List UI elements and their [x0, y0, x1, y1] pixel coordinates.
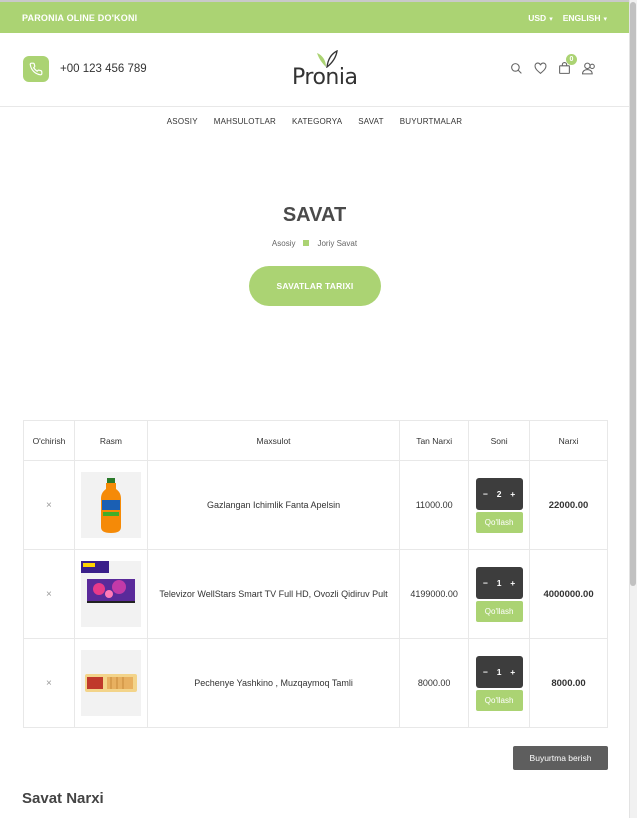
remove-icon[interactable]: ×: [46, 678, 52, 689]
unit-price: 11000.00: [399, 460, 470, 550]
breadcrumb-home[interactable]: Asosiy: [272, 239, 296, 248]
product-name[interactable]: Pechenye Yashkino , Muzqaymoq Tamli: [148, 676, 399, 690]
line-total: 4000000.00: [529, 549, 608, 639]
top-bar-settings: USD ▾ ENGLISH ▾: [528, 13, 607, 23]
quantity-stepper: − 1 +: [475, 566, 523, 599]
header-product: Maxsulot: [146, 420, 401, 461]
language-label: ENGLISH: [562, 12, 601, 23]
qty-increase-button[interactable]: +: [510, 667, 515, 677]
product-name[interactable]: Gazlangan Ichimlik Fanta Apelsin: [148, 498, 399, 512]
chevron-down-icon: ▾: [603, 15, 607, 23]
breadcrumb: Asosiy Joriy Savat: [0, 239, 629, 248]
breadcrumb-separator: [303, 240, 310, 246]
main-nav: ASOSIY MAHSULOTLAR KATEGORYA SAVAT BUYUR…: [0, 117, 629, 126]
nav-item-savat[interactable]: SAVAT: [358, 117, 383, 126]
cart-count-badge: 0: [566, 54, 577, 65]
product-image[interactable]: [80, 561, 141, 627]
phone-number[interactable]: +00 123 456 789: [60, 63, 147, 75]
phone-icon: [23, 56, 49, 82]
remove-icon[interactable]: ×: [46, 500, 52, 511]
product-name[interactable]: Televizor WellStars Smart TV Full HD, Ov…: [148, 587, 399, 601]
cart-history-button[interactable]: SAVATLAR TARIXI: [249, 266, 381, 306]
user-icon[interactable]: [581, 62, 595, 75]
currency-select[interactable]: USD ▾: [528, 13, 552, 23]
search-icon[interactable]: [510, 62, 523, 75]
qty-decrease-button[interactable]: −: [483, 667, 488, 677]
logo-text: Pronia: [292, 65, 358, 90]
nav-item-asosiy[interactable]: ASOSIY: [167, 117, 198, 126]
product-image[interactable]: [80, 650, 141, 716]
page-title: SAVAT: [282, 204, 347, 226]
scrollbar-track[interactable]: [629, 0, 637, 818]
apply-quantity-button[interactable]: Qo'llash: [475, 511, 523, 533]
cart-table: O'chirish Rasm Maxsulot Tan Narxi Soni N…: [23, 420, 608, 728]
scrollbar-thumb[interactable]: [630, 2, 636, 586]
site-logo[interactable]: Pronia: [292, 50, 372, 93]
qty-decrease-button[interactable]: −: [483, 578, 488, 588]
header-remove: O'chirish: [23, 420, 75, 461]
qty-value[interactable]: 1: [497, 578, 502, 588]
product-image[interactable]: [80, 472, 141, 538]
currency-label: USD: [528, 12, 547, 23]
cart-icon[interactable]: 0: [558, 54, 577, 75]
table-row: × Gazlangan Ichimlik Fanta Apelsin 11000…: [23, 460, 608, 550]
apply-quantity-button[interactable]: Qo'llash: [475, 600, 523, 622]
unit-price: 4199000.00: [399, 549, 470, 639]
breadcrumb-current: Joriy Savat: [317, 239, 358, 248]
header-unit-price: Tan Narxi: [399, 420, 470, 461]
chevron-down-icon: ▾: [549, 15, 553, 23]
header-actions: 0: [510, 54, 595, 75]
qty-increase-button[interactable]: +: [510, 489, 515, 499]
site-header: +00 123 456 789 Pronia 0: [0, 35, 629, 107]
qty-value[interactable]: 1: [497, 667, 502, 677]
table-header-row: O'chirish Rasm Maxsulot Tan Narxi Soni N…: [23, 420, 608, 461]
heart-icon[interactable]: [534, 62, 547, 75]
qty-decrease-button[interactable]: −: [483, 489, 488, 499]
nav-item-kategorya[interactable]: KATEGORYA: [292, 117, 342, 126]
qty-value[interactable]: 2: [497, 489, 502, 499]
table-row: × Pechenye Yashkino , Muzqaymoq Tamli 80…: [23, 638, 608, 728]
line-total: 22000.00: [529, 460, 608, 550]
quantity-stepper: − 1 +: [475, 655, 523, 688]
quantity-stepper: − 2 +: [475, 477, 523, 510]
top-bar: PARONIA OLINE DO'KONI USD ▾ ENGLISH ▾: [0, 0, 629, 33]
unit-price: 8000.00: [399, 638, 470, 728]
language-select[interactable]: ENGLISH ▾: [563, 13, 607, 23]
line-total: 8000.00: [529, 638, 608, 728]
shop-name: PARONIA OLINE DO'KONI: [22, 12, 138, 23]
header-quantity: Soni: [468, 420, 531, 461]
table-row: × Televizor WellStars Smart TV Full HD, …: [23, 549, 608, 639]
nav-item-buyurtmalar[interactable]: BUYURTMALAR: [400, 117, 463, 126]
nav-item-mahsulotlar[interactable]: MAHSULOTLAR: [214, 117, 276, 126]
remove-icon[interactable]: ×: [46, 589, 52, 600]
qty-increase-button[interactable]: +: [510, 578, 515, 588]
header-total: Narxi: [529, 420, 608, 461]
cart-total-heading: Savat Narxi: [22, 790, 104, 807]
header-image: Rasm: [73, 420, 148, 461]
apply-quantity-button[interactable]: Qo'llash: [475, 689, 523, 711]
place-order-button[interactable]: Buyurtma berish: [513, 746, 608, 770]
